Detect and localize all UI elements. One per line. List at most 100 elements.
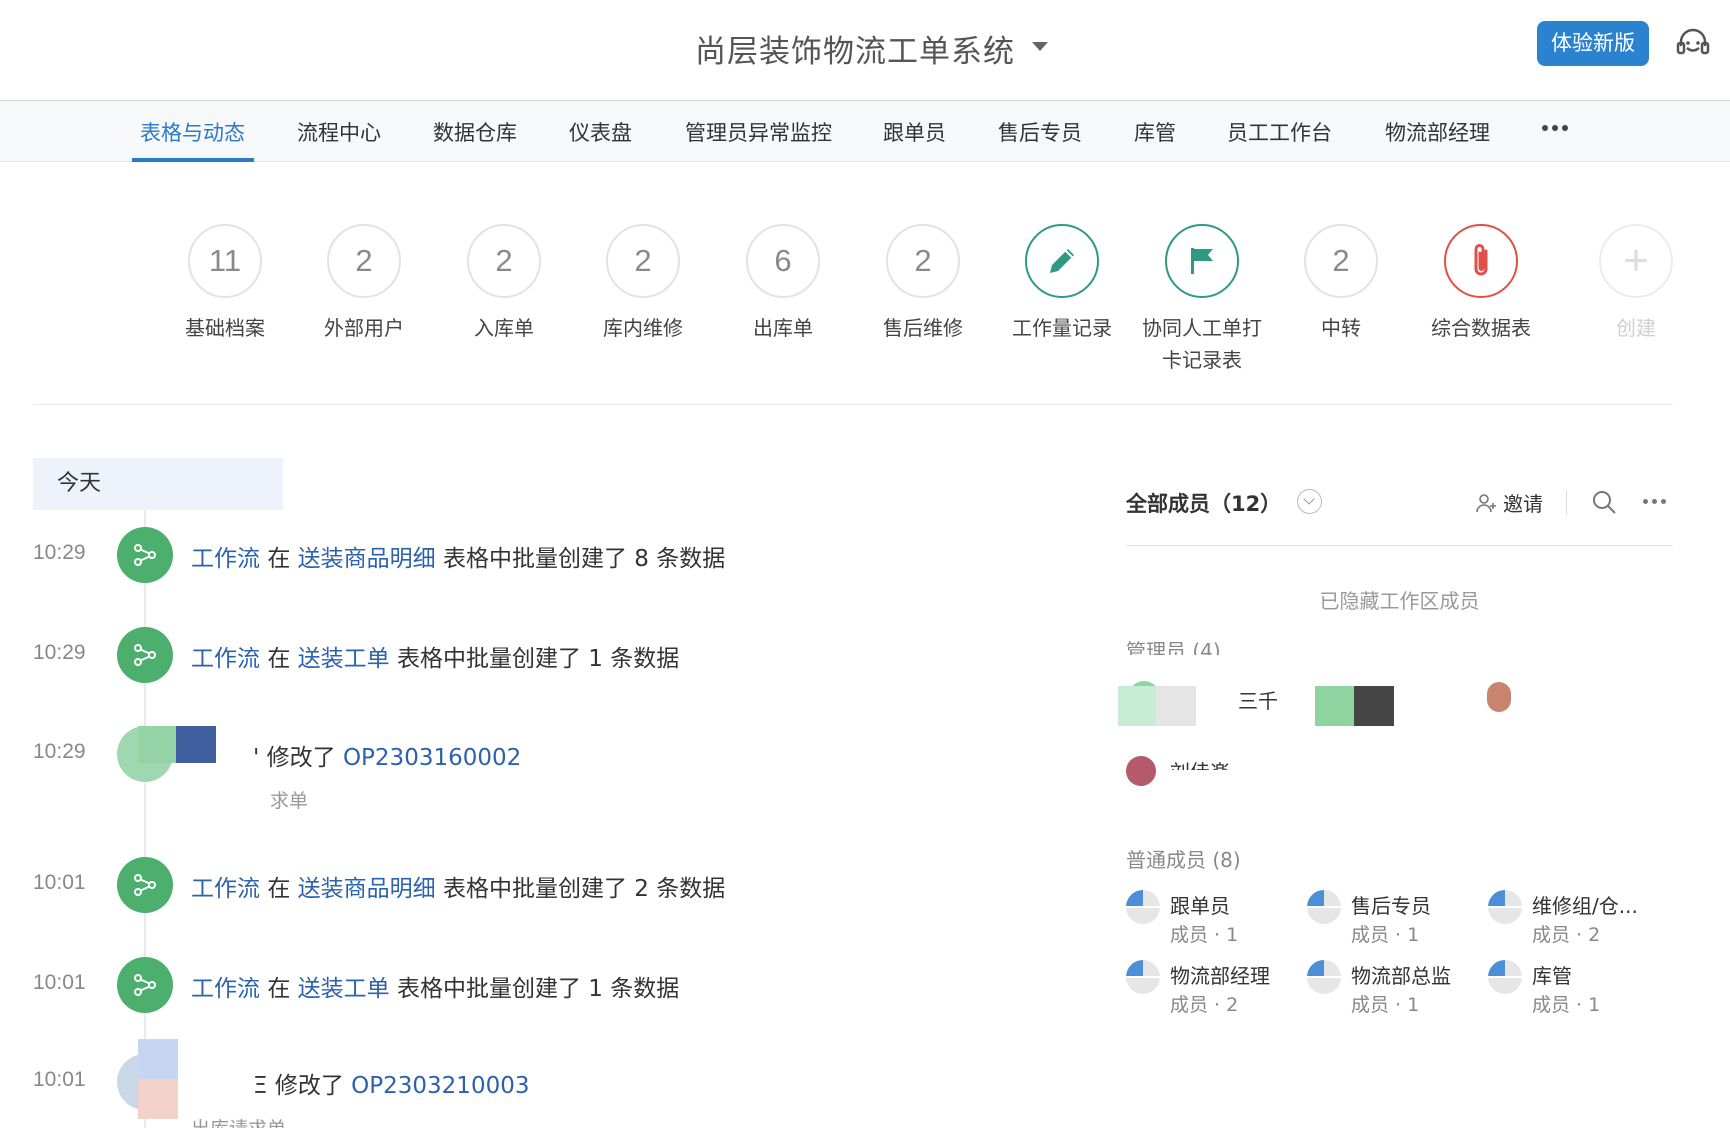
regular-group-label: 普通成员 (8) bbox=[1126, 848, 1241, 872]
feed-text: 工作流 在 送装商品明细 表格中批量创建了 8 条数据 bbox=[191, 539, 725, 573]
avatar[interactable] bbox=[1126, 756, 1156, 786]
app-workload-record[interactable]: 工作量记录 bbox=[992, 224, 1132, 344]
role-group-icon bbox=[1307, 890, 1341, 924]
role-group-icon bbox=[1488, 890, 1522, 924]
more-tabs-icon[interactable] bbox=[1542, 125, 1568, 131]
redaction-block bbox=[1315, 686, 1355, 726]
tab-order-follower[interactable]: 跟单员 bbox=[883, 101, 946, 162]
paperclip-icon bbox=[1474, 244, 1488, 276]
feed-item: 10:29 工作流 在 送装工单 表格中批量创建了 1 条数据 bbox=[33, 627, 1033, 687]
role-name: 跟单员 bbox=[1170, 894, 1230, 918]
actor-link[interactable]: 工作流 bbox=[191, 976, 260, 1002]
flag-icon bbox=[1191, 248, 1213, 274]
feed-connector: 在 bbox=[267, 976, 291, 1002]
active-tab-underline bbox=[132, 158, 254, 162]
feed-action: 表格中批量创建了 8 条数据 bbox=[442, 546, 726, 572]
headset-icon[interactable] bbox=[1675, 26, 1711, 62]
feed-item: 10:29 ' 修改了 OP2303160002 求单 bbox=[33, 726, 1033, 816]
tab-after-sales[interactable]: 售后专员 bbox=[998, 101, 1082, 162]
workflow-icon bbox=[134, 644, 156, 666]
tab-dashboard[interactable]: 仪表盘 bbox=[569, 101, 632, 162]
role-count: 成员 · 1 bbox=[1170, 924, 1239, 946]
actor-fragment: Ξ bbox=[253, 1073, 268, 1099]
workflow-icon bbox=[134, 874, 156, 896]
admin-group-label: 管理员 (4) bbox=[1126, 639, 1221, 655]
app-comprehensive-data[interactable]: 综合数据表 bbox=[1411, 224, 1551, 344]
app-external-users[interactable]: 2 外部用户 bbox=[294, 224, 434, 344]
app-label: 创建 bbox=[1616, 316, 1656, 340]
add-user-icon bbox=[1476, 493, 1496, 512]
actor-link[interactable]: 工作流 bbox=[191, 646, 260, 672]
invite-button[interactable]: 邀请 bbox=[1475, 488, 1543, 517]
feed-time: 10:29 bbox=[33, 541, 86, 564]
toolbar-separator bbox=[1566, 490, 1567, 515]
role-item[interactable]: 库管 成员 · 1 bbox=[1488, 958, 1668, 1018]
feed-action: 表格中批量创建了 1 条数据 bbox=[396, 646, 680, 672]
more-icon[interactable] bbox=[1643, 499, 1666, 504]
feed-connector: 在 bbox=[267, 646, 291, 672]
record-link[interactable]: OP2303160002 bbox=[343, 745, 521, 771]
workflow-avatar[interactable] bbox=[117, 957, 173, 1013]
members-title: 全部成员（12） bbox=[1126, 492, 1282, 516]
app-after-sales-repair[interactable]: 2 售后维修 bbox=[853, 224, 993, 344]
app-label: 入库单 bbox=[474, 316, 534, 340]
app-collab-clock-record[interactable]: 协同人工单打 卡记录表 bbox=[1132, 224, 1272, 376]
app-label: 协同人工单打 卡记录表 bbox=[1132, 312, 1272, 376]
chevron-down-icon[interactable] bbox=[1297, 489, 1322, 514]
feed-connector: 在 bbox=[267, 876, 291, 902]
app-label: 出库单 bbox=[753, 316, 813, 340]
actor-fragment: ' bbox=[253, 745, 260, 771]
feed-item: 10:01 工作流 在 送装工单 表格中批量创建了 1 条数据 bbox=[33, 957, 1033, 1017]
feed-item: 10:01 Ξ 修改了 OP2303210003 出库请求单 bbox=[33, 1039, 1033, 1128]
tab-logistics-manager[interactable]: 物流部经理 bbox=[1385, 101, 1490, 162]
role-item[interactable]: 维修组/仓... 成员 · 2 bbox=[1488, 888, 1668, 948]
caret-down-icon[interactable] bbox=[1032, 42, 1048, 51]
avatar[interactable] bbox=[1487, 682, 1511, 712]
timeline-line bbox=[144, 510, 146, 1128]
tab-tables-activity[interactable]: 表格与动态 bbox=[140, 101, 245, 162]
feed-time: 10:01 bbox=[33, 871, 86, 894]
app-transfer[interactable]: 2 中转 bbox=[1271, 224, 1411, 344]
search-icon[interactable] bbox=[1590, 488, 1618, 516]
tab-workflow-center[interactable]: 流程中心 bbox=[297, 101, 381, 162]
new-version-button[interactable]: 体验新版 bbox=[1537, 21, 1649, 66]
tab-data-warehouse[interactable]: 数据仓库 bbox=[433, 101, 517, 162]
tab-staff-workbench[interactable]: 员工工作台 bbox=[1227, 101, 1332, 162]
tab-warehouse-keeper[interactable]: 库管 bbox=[1134, 101, 1176, 162]
table-link[interactable]: 送装商品明细 bbox=[298, 546, 436, 572]
app-title[interactable]: 尚层装饰物流工单系统 bbox=[695, 26, 1015, 71]
role-item[interactable]: 物流部总监 成员 · 1 bbox=[1307, 958, 1487, 1018]
role-group-icon bbox=[1126, 890, 1160, 924]
role-name: 库管 bbox=[1532, 964, 1572, 988]
record-link[interactable]: OP2303210003 bbox=[351, 1073, 529, 1099]
actor-link[interactable]: 工作流 bbox=[191, 546, 260, 572]
admin-name[interactable]: 刘佳楽 bbox=[1170, 756, 1230, 770]
app-count-circle: 2 bbox=[467, 224, 541, 298]
app-outbound-order[interactable]: 6 出库单 bbox=[713, 224, 853, 344]
workflow-avatar[interactable] bbox=[117, 857, 173, 913]
app-count-circle: 2 bbox=[886, 224, 960, 298]
feed-time: 10:29 bbox=[33, 641, 86, 664]
role-item[interactable]: 物流部经理 成员 · 2 bbox=[1126, 958, 1306, 1018]
panel-divider bbox=[1126, 545, 1673, 546]
actor-link[interactable]: 工作流 bbox=[191, 876, 260, 902]
admin-name[interactable]: 三千 bbox=[1238, 685, 1278, 714]
workflow-avatar[interactable] bbox=[117, 627, 173, 683]
role-item[interactable]: 跟单员 成员 · 1 bbox=[1126, 888, 1306, 948]
role-count: 成员 · 1 bbox=[1351, 924, 1420, 946]
feed-time: 10:29 bbox=[33, 740, 86, 763]
tab-admin-monitor[interactable]: 管理员异常监控 bbox=[685, 101, 832, 162]
table-link[interactable]: 送装商品明细 bbox=[298, 876, 436, 902]
table-link[interactable]: 送装工单 bbox=[298, 976, 390, 1002]
app-basic-archive[interactable]: 11 基础档案 bbox=[155, 224, 295, 344]
app-in-warehouse-repair[interactable]: 2 库内维修 bbox=[573, 224, 713, 344]
role-item[interactable]: 售后专员 成员 · 1 bbox=[1307, 888, 1487, 948]
workflow-avatar[interactable] bbox=[117, 527, 173, 583]
app-create[interactable]: + 创建 bbox=[1566, 224, 1706, 344]
main-nav: 表格与动态 流程中心 数据仓库 仪表盘 管理员异常监控 跟单员 售后专员 库管 … bbox=[0, 101, 1730, 162]
app-icon-circle bbox=[1165, 224, 1239, 298]
table-link[interactable]: 送装工单 bbox=[298, 646, 390, 672]
plus-icon: + bbox=[1599, 224, 1673, 298]
app-inbound-order[interactable]: 2 入库单 bbox=[434, 224, 574, 344]
feed-action: 修改了 bbox=[274, 1073, 344, 1099]
